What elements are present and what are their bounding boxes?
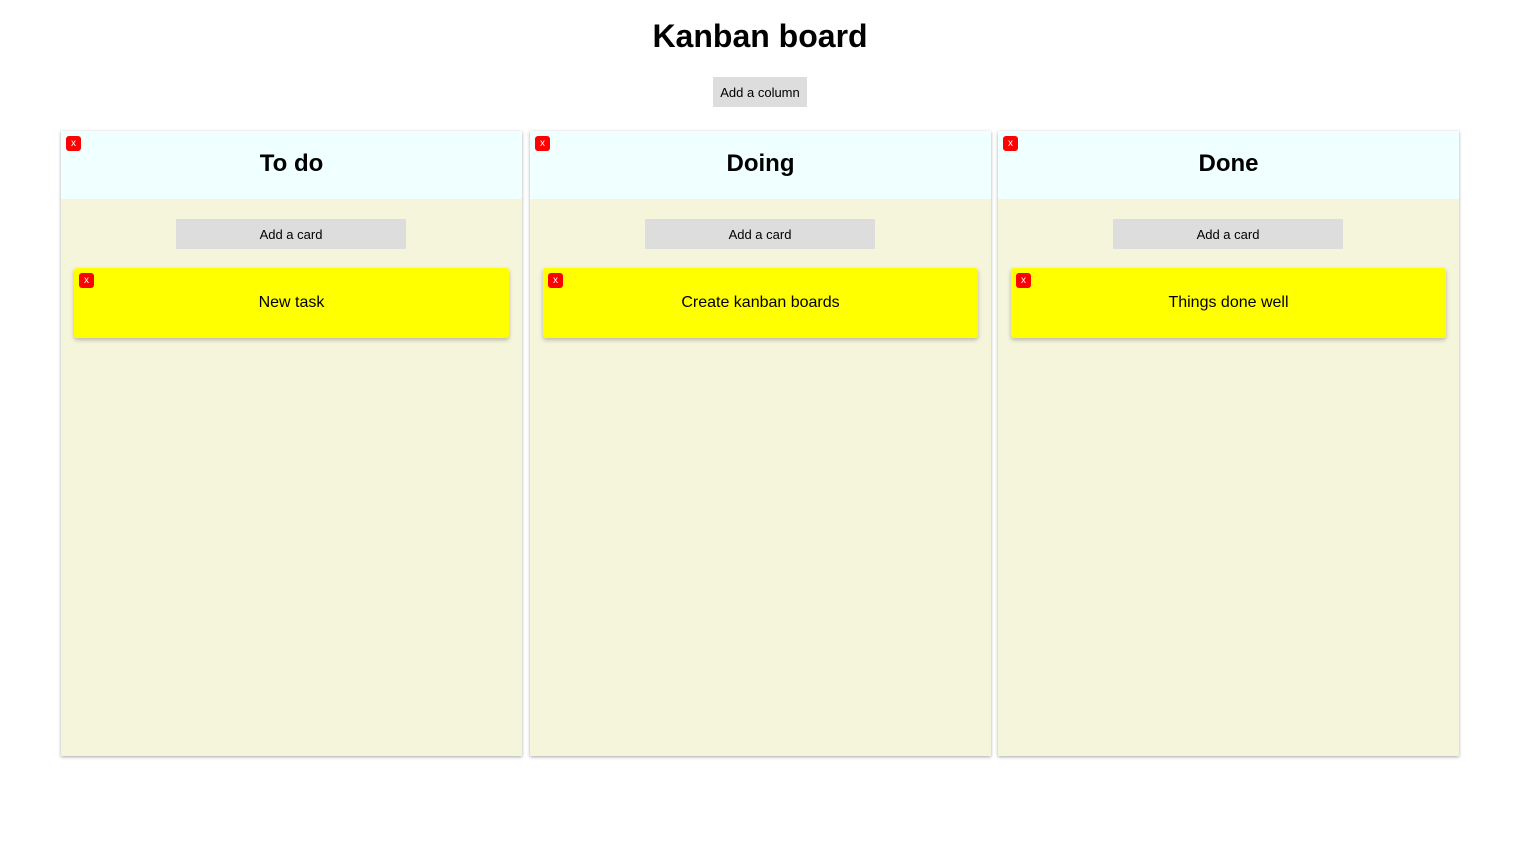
page-title: Kanban board: [652, 18, 868, 54]
add-card-button[interactable]: Add a card: [1113, 219, 1343, 249]
add-column-button[interactable]: Add a column: [713, 77, 807, 107]
add-card-button[interactable]: Add a card: [176, 219, 406, 249]
delete-card-button[interactable]: x: [548, 273, 563, 288]
column-title[interactable]: Done: [998, 150, 1459, 178]
delete-column-button[interactable]: x: [66, 136, 81, 151]
card[interactable]: x Things done well: [1011, 268, 1446, 338]
column-title[interactable]: Doing: [530, 150, 991, 178]
column-done: Done x Add a card x Things done well: [998, 131, 1459, 756]
column-title[interactable]: To do: [61, 150, 522, 178]
delete-column-button[interactable]: x: [535, 136, 550, 151]
card-text: Things done well: [1168, 294, 1289, 311]
card-text: New task: [258, 294, 325, 311]
delete-card-button[interactable]: x: [79, 273, 94, 288]
column-todo: To do x Add a card x New task: [61, 131, 522, 756]
add-card-button[interactable]: Add a card: [645, 219, 875, 249]
column-header: To do: [61, 131, 522, 199]
kanban-page: Kanban board Add a column To do x Add a …: [0, 0, 1539, 855]
card-text: Create kanban boards: [681, 294, 840, 311]
column-doing: Doing x Add a card x Create kanban board…: [530, 131, 991, 756]
card[interactable]: x New task: [74, 268, 509, 338]
delete-card-button[interactable]: x: [1016, 273, 1031, 288]
column-header: Done: [998, 131, 1459, 199]
column-header: Doing: [530, 131, 991, 199]
columns-container: To do x Add a card x New task Doing x Ad…: [61, 131, 1460, 757]
card[interactable]: x Create kanban boards: [543, 268, 978, 338]
delete-column-button[interactable]: x: [1003, 136, 1018, 151]
